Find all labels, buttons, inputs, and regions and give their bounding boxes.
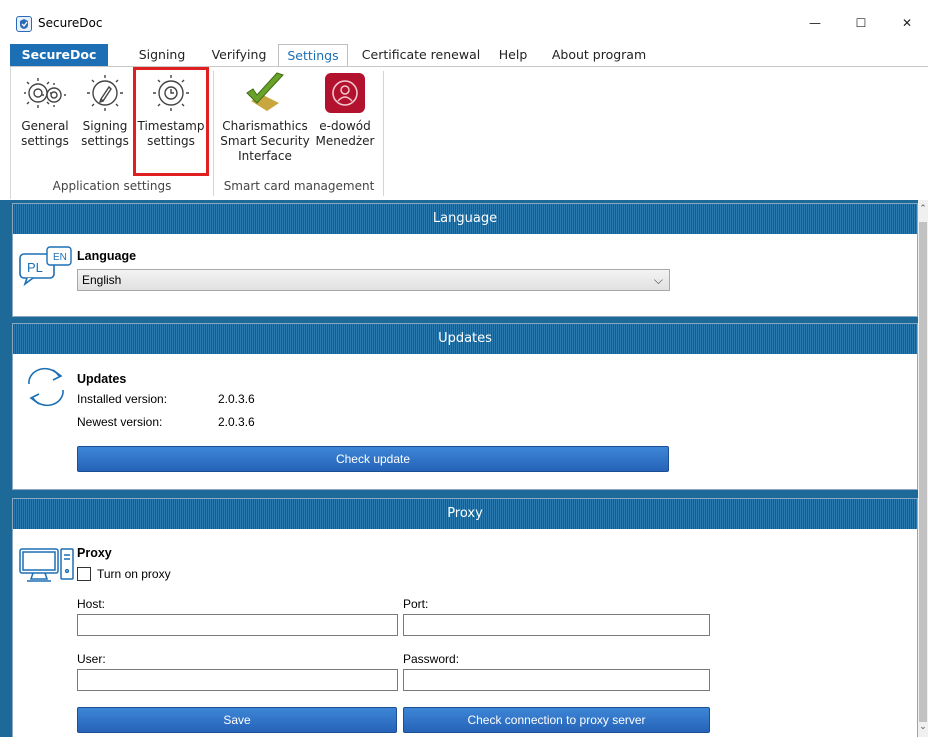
port-field[interactable] (403, 614, 710, 636)
edowod-manager-button[interactable]: e-dowód Menedżer (311, 71, 379, 149)
tab-settings[interactable]: Settings (278, 44, 348, 68)
signing-settings-button[interactable]: Signing settings (75, 71, 135, 149)
refresh-icon (23, 366, 69, 411)
ribbon-separator (213, 71, 214, 196)
language-icon: PL EN (19, 246, 75, 289)
updates-title: Updates (77, 372, 127, 386)
tab-signing[interactable]: Signing (122, 44, 202, 67)
svg-text:EN: EN (53, 252, 67, 263)
language-dropdown[interactable]: English ⌵ (77, 269, 670, 291)
general-settings-line1: General (21, 119, 69, 133)
language-panel-header: Language (13, 204, 917, 234)
user-label: User: (77, 652, 106, 666)
signing-settings-line2: settings (81, 134, 129, 148)
language-panel: Language PL EN Language English ⌵ (12, 203, 918, 317)
signing-settings-line1: Signing (82, 119, 128, 133)
maximize-button[interactable]: ☐ (838, 8, 884, 38)
timestamp-highlight-box (133, 67, 209, 176)
check-proxy-connection-button[interactable]: Check connection to proxy server (403, 707, 710, 733)
check-update-button[interactable]: Check update (77, 446, 669, 472)
window-title: SecureDoc (38, 16, 103, 30)
password-label: Password: (403, 652, 460, 666)
scroll-up-arrow-icon[interactable]: ⌃ (918, 204, 928, 216)
gear-icon (23, 71, 67, 115)
tab-securedoc[interactable]: SecureDoc (10, 44, 108, 67)
computer-icon (19, 547, 75, 586)
application-settings-group-label: Application settings (52, 179, 172, 193)
edowod-line1: e-dowód (319, 119, 371, 133)
checkmark-card-icon (243, 71, 287, 115)
user-field[interactable] (77, 669, 398, 691)
charismathics-button[interactable]: Charismathics Smart Security Interface (217, 71, 313, 164)
ribbon-separator (383, 71, 384, 196)
host-label: Host: (77, 597, 106, 611)
app-icon (16, 16, 32, 32)
proxy-panel: Proxy Proxy Turn on proxy Host: Port: Us… (12, 498, 918, 737)
turn-on-proxy-checkbox[interactable] (77, 567, 91, 581)
title-bar: SecureDoc — ☐ ✕ (0, 0, 928, 44)
edowod-icon (323, 71, 367, 115)
scroll-down-arrow-icon[interactable]: ⌄ (918, 722, 928, 734)
svg-text:PL: PL (27, 260, 43, 275)
chevron-down-icon: ⌵ (653, 273, 663, 287)
minimize-button[interactable]: — (792, 8, 838, 38)
password-field[interactable] (403, 669, 710, 691)
installed-version-value: 2.0.3.6 (218, 392, 255, 406)
installed-version-label: Installed version: (77, 392, 168, 406)
port-label: Port: (403, 597, 429, 611)
newest-version-value: 2.0.3.6 (218, 415, 255, 429)
charismathics-line2: Smart Security (220, 134, 310, 148)
smart-card-group-label: Smart card management (223, 179, 375, 193)
tab-help[interactable]: Help (492, 44, 534, 67)
ribbon-tabs: SecureDoc Signing Verifying Settings Cer… (0, 44, 928, 68)
host-field[interactable] (77, 614, 398, 636)
language-selected-value: English (82, 273, 122, 287)
close-button[interactable]: ✕ (884, 8, 928, 38)
charismathics-line3: Interface (238, 149, 292, 163)
settings-content: Language PL EN Language English ⌵ Update… (0, 200, 928, 737)
language-title: Language (77, 249, 137, 263)
turn-on-proxy-label: Turn on proxy (97, 567, 171, 581)
proxy-title: Proxy (77, 546, 112, 560)
gear-pen-icon (83, 71, 127, 115)
general-settings-line2: settings (21, 134, 69, 148)
tab-certificate-renewal[interactable]: Certificate renewal (352, 44, 490, 67)
updates-panel-header: Updates (13, 324, 917, 354)
general-settings-button[interactable]: General settings (15, 71, 75, 149)
updates-panel: Updates Updates Installed version: 2.0.3… (12, 323, 918, 490)
scroll-thumb[interactable] (919, 222, 927, 722)
tab-about-program[interactable]: About program (540, 44, 658, 67)
vertical-scrollbar[interactable]: ⌃ ⌄ (918, 200, 928, 737)
edowod-line2: Menedżer (315, 134, 375, 148)
tab-verifying[interactable]: Verifying (204, 44, 274, 67)
proxy-panel-header: Proxy (13, 499, 917, 529)
charismathics-line1: Charismathics (222, 119, 308, 133)
newest-version-label: Newest version: (77, 415, 163, 429)
save-button[interactable]: Save (77, 707, 397, 733)
